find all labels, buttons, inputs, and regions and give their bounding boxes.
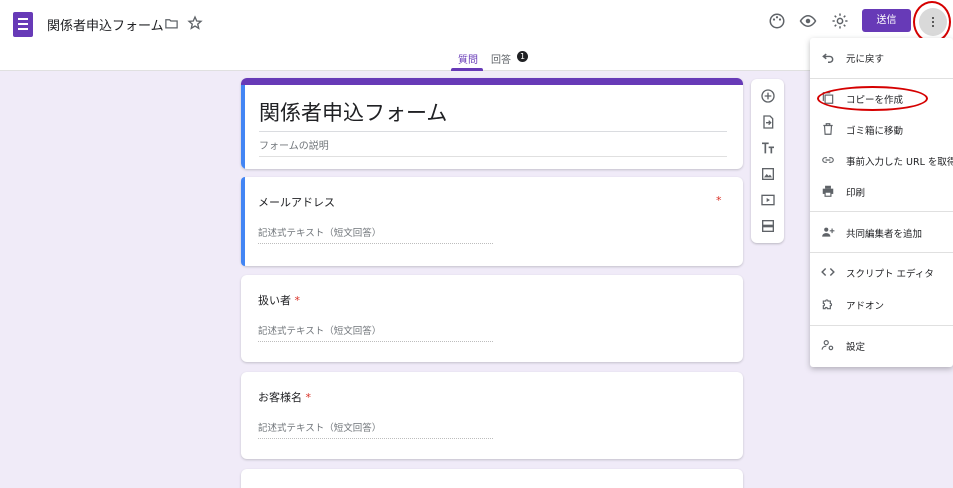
menu-divider [810,325,953,326]
tab-questions[interactable]: 質問 [458,51,478,66]
send-button[interactable]: 送信 [862,9,911,32]
form-description-field[interactable]: フォームの説明 [259,137,727,157]
menu-item-script-editor[interactable]: スクリプト エディタ [810,261,953,285]
add-people-icon [822,227,835,237]
add-video-icon[interactable] [760,192,776,208]
link-icon [822,157,834,163]
short-answer-placeholder: 記述式テキスト（短文回答） [258,420,493,439]
question-toolbar [751,79,784,243]
annotation-circle-copy [817,86,928,111]
question-title-text: お客様名 [258,391,302,404]
menu-item-print[interactable]: 印刷 [810,180,953,204]
menu-item-label: 設定 [846,342,866,353]
menu-item-move-to-trash[interactable]: ゴミ箱に移動 [810,118,953,142]
person-settings-icon [821,340,834,351]
menu-divider [810,78,953,79]
menu-item-label: 印刷 [846,188,866,199]
import-questions-icon[interactable] [760,114,776,130]
question-title[interactable]: メールアドレス [258,194,335,210]
menu-item-label: 共同編集者を追加 [846,229,923,240]
print-icon [822,185,834,197]
question-card[interactable]: お客様名 * 記述式テキスト（短文回答） [241,372,743,459]
tab-responses[interactable]: 回答 [491,51,511,66]
document-title[interactable]: 関係者申込フォーム [47,15,164,34]
menu-divider [810,211,953,212]
preview-eye-icon[interactable] [799,12,817,30]
short-answer-placeholder: 記述式テキスト（短文回答） [258,225,493,244]
required-mark: * [716,194,722,207]
required-mark: * [305,391,312,404]
undo-icon [822,53,834,63]
gear-icon[interactable] [831,12,849,30]
trash-icon [823,123,833,135]
question-card[interactable]: 扱い者 * 記述式テキスト（短文回答） [241,275,743,362]
question-card[interactable]: メールアドレス * 記述式テキスト（短文回答） [241,177,743,266]
menu-item-add-collaborators[interactable]: 共同編集者を追加 [810,221,953,245]
star-icon[interactable] [187,15,203,31]
menu-item-add-ons[interactable]: アドオン [810,293,953,317]
forms-logo-icon[interactable] [13,12,33,37]
folder-icon[interactable] [164,16,179,31]
active-tab-indicator [451,68,483,71]
add-title-icon[interactable] [760,140,776,156]
menu-item-prefilled-url[interactable]: 事前入力した URL を取得 [810,149,953,173]
required-mark: * [294,294,301,307]
code-icon [821,267,835,277]
add-question-icon[interactable] [760,88,776,104]
question-title[interactable]: 扱い者 * [258,292,300,308]
menu-item-settings[interactable]: 設定 [810,334,953,358]
menu-item-label: ゴミ箱に移動 [846,126,904,137]
annotation-circle-more [913,1,951,43]
puzzle-icon [822,299,833,310]
form-title-card[interactable]: 関係者申込フォーム フォームの説明 [241,78,743,169]
selected-indicator [241,177,245,266]
title-card-accent-bar [241,78,743,85]
selected-indicator [241,85,245,169]
short-answer-placeholder: 記述式テキスト（短文回答） [258,323,493,342]
menu-divider [810,252,953,253]
add-section-icon[interactable] [760,218,776,234]
add-image-icon[interactable] [760,166,776,182]
question-card-partial[interactable] [241,469,743,488]
menu-item-undo[interactable]: 元に戻す [810,46,953,70]
menu-item-label: アドオン [846,301,885,312]
form-title[interactable]: 関係者申込フォーム [259,97,727,132]
menu-item-label: 元に戻す [846,54,885,65]
responses-count-badge: 1 [517,51,528,62]
question-title-text: 扱い者 [258,294,291,307]
question-title[interactable]: お客様名 * [258,389,311,405]
menu-item-label: 事前入力した URL を取得 [846,157,953,168]
palette-icon[interactable] [768,12,786,30]
menu-item-label: スクリプト エディタ [846,269,934,280]
